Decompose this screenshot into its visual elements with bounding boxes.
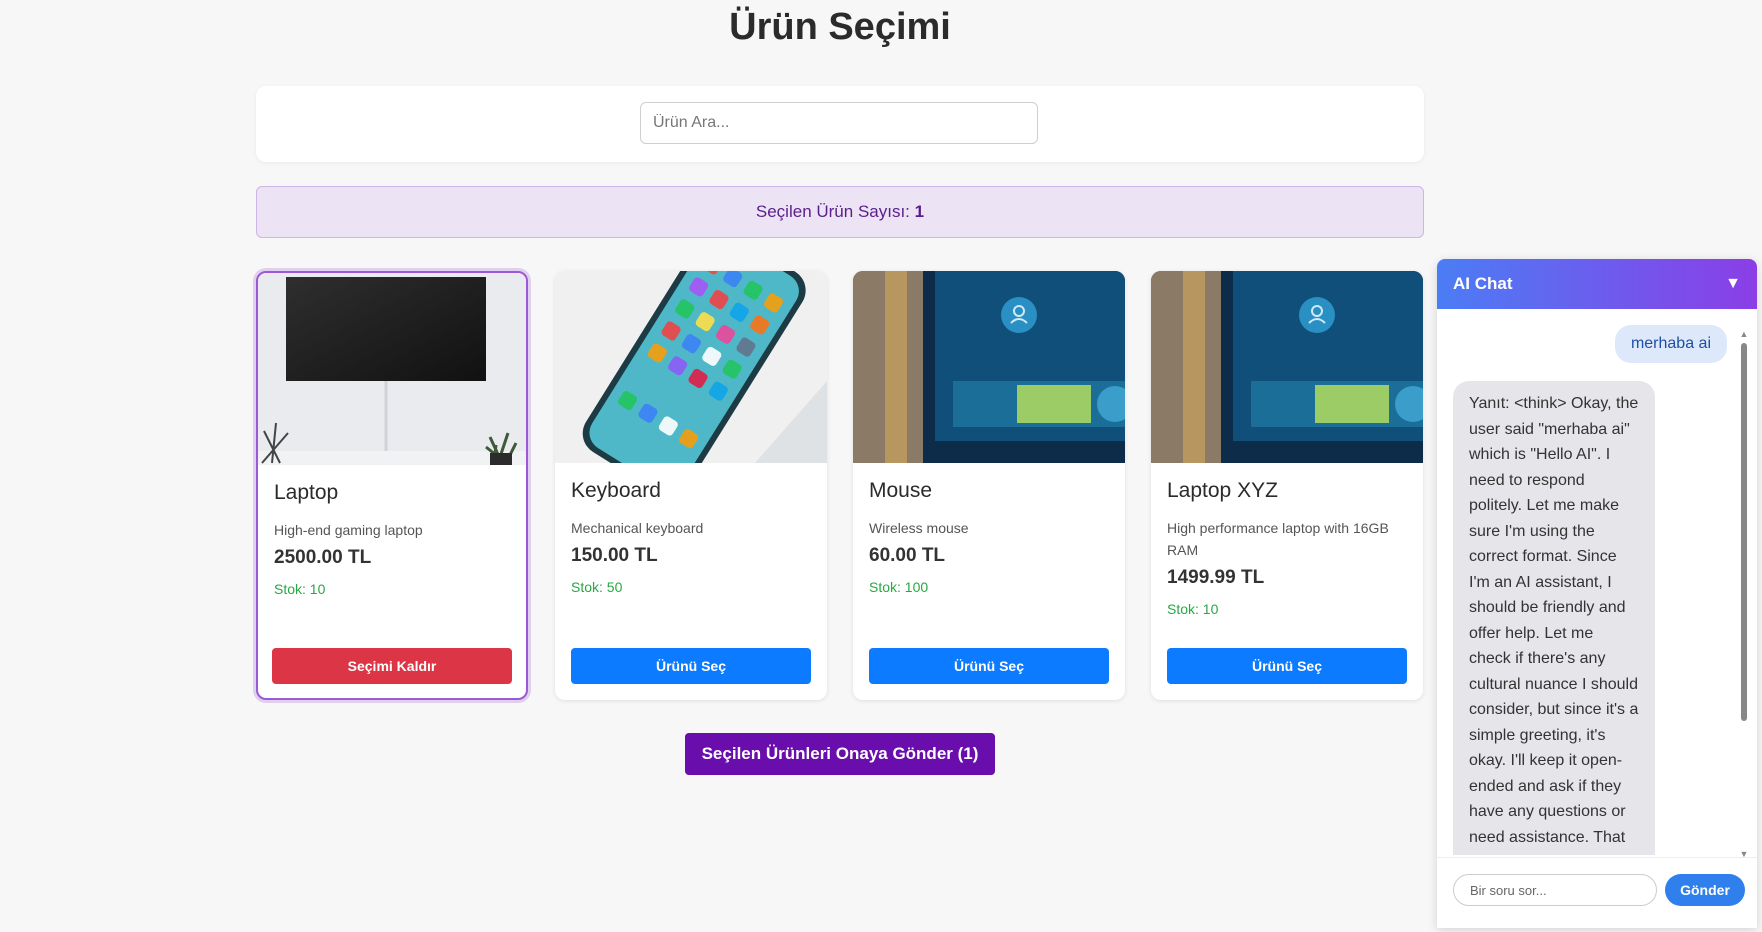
product-stock: Stok: 100	[869, 579, 929, 595]
collapse-chevron-icon[interactable]: ▼	[1725, 275, 1741, 293]
product-image	[853, 271, 1125, 463]
chat-send-button[interactable]: Gönder	[1665, 874, 1745, 906]
product-description: High performance laptop with 16GB RAM	[1167, 520, 1389, 558]
product-price: 2500.00 TL	[274, 547, 372, 568]
submit-selected-button[interactable]: Seçilen Ürünleri Onaya Gönder (1)	[685, 733, 995, 775]
selected-count-value: 1	[914, 202, 925, 221]
scroll-up-arrow-icon[interactable]: ▲	[1739, 329, 1749, 339]
chat-question-input[interactable]	[1453, 874, 1657, 906]
scrollbar-thumb[interactable]	[1741, 343, 1747, 721]
product-price: 150.00 TL	[571, 545, 658, 566]
product-card-keyboard: Keyboard Mechanical keyboard 150.00 TL S…	[555, 271, 827, 700]
select-product-button[interactable]: Ürünü Seç	[869, 648, 1109, 684]
product-name: Laptop	[274, 481, 339, 504]
chat-scrollbar[interactable]: ▲ ▼	[1739, 329, 1749, 859]
product-name: Keyboard	[571, 479, 661, 502]
product-image	[1151, 271, 1423, 463]
ai-message: Yanıt: <think> Okay, the user said "merh…	[1453, 381, 1655, 855]
search-input[interactable]	[640, 102, 1038, 144]
product-card-mouse: Mouse Wireless mouse 60.00 TL Stok: 100 …	[853, 271, 1125, 700]
page-title: Ürün Seçimi	[729, 6, 951, 48]
chat-messages[interactable]: merhaba ai Yanıt: <think> Okay, the user…	[1437, 309, 1757, 855]
product-description: Mechanical keyboard	[571, 520, 704, 536]
product-stock: Stok: 50	[571, 579, 623, 595]
user-message: merhaba ai	[1614, 325, 1727, 363]
select-product-button[interactable]: Ürünü Seç	[1167, 648, 1407, 684]
selected-count-label: Seçilen Ürün Sayısı:	[755, 202, 910, 221]
chat-input-row: Gönder	[1437, 857, 1757, 928]
product-name: Mouse	[869, 479, 933, 502]
product-stock: Stok: 10	[1167, 601, 1219, 617]
product-price: 60.00 TL	[869, 545, 946, 566]
selected-count-banner: Seçilen Ürün Sayısı: 1	[256, 186, 1424, 238]
deselect-button[interactable]: Seçimi Kaldır	[272, 648, 512, 684]
product-description: Wireless mouse	[869, 520, 969, 536]
product-image	[555, 271, 827, 463]
product-stock: Stok: 10	[274, 581, 326, 597]
product-name: Laptop XYZ	[1167, 479, 1278, 502]
chat-header[interactable]: AI Chat ▼	[1437, 259, 1757, 309]
product-card-laptop-xyz: Laptop XYZ High performance laptop with …	[1151, 271, 1423, 700]
product-card-laptop: Laptop High-end gaming laptop 2500.00 TL…	[256, 271, 528, 700]
ai-chat-panel: AI Chat ▼ merhaba ai Yanıt: <think> Okay…	[1437, 259, 1757, 928]
chat-title: AI Chat	[1453, 274, 1513, 293]
search-card	[256, 86, 1424, 162]
product-image	[258, 273, 526, 465]
product-description: High-end gaming laptop	[274, 522, 423, 538]
product-price: 1499.99 TL	[1167, 567, 1265, 588]
select-product-button[interactable]: Ürünü Seç	[571, 648, 811, 684]
